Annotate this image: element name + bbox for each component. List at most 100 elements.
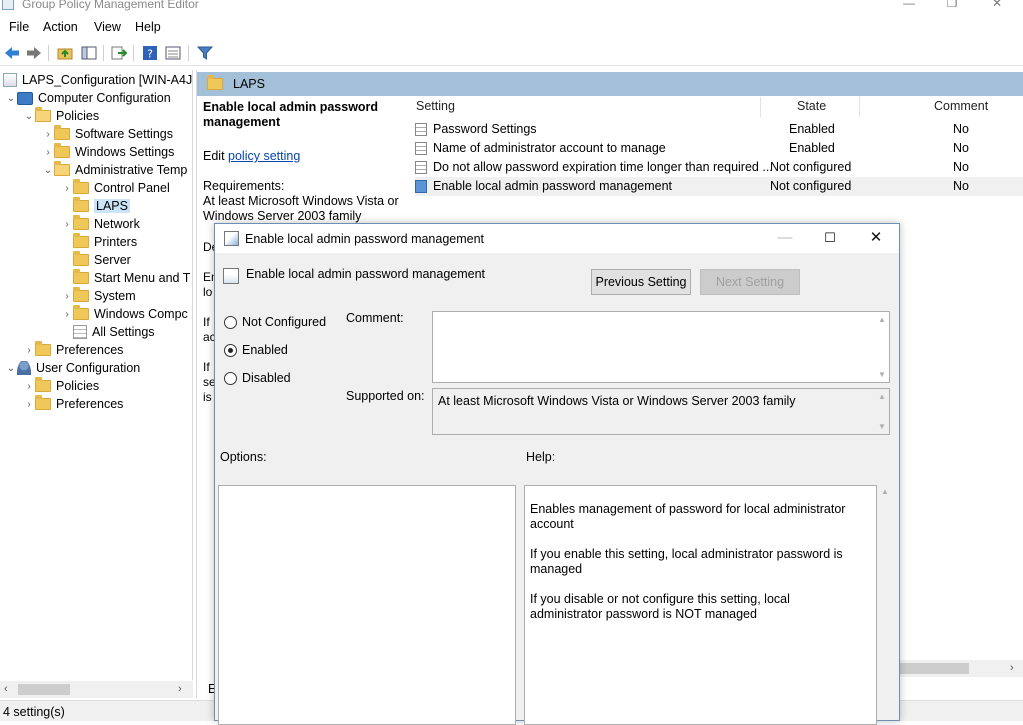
policy-setting-icon <box>223 268 239 284</box>
menu-action[interactable]: Action <box>43 20 78 34</box>
help-panel: Enables management of password for local… <box>524 485 877 725</box>
chevron-right-icon[interactable]: › <box>61 183 73 194</box>
chevron-right-icon[interactable]: › <box>61 219 73 230</box>
tree-computer-configuration[interactable]: ⌄ Computer Configuration <box>5 89 171 107</box>
chevron-down-icon[interactable]: ⌄ <box>5 363 17 374</box>
list-horizontal-scrollbar[interactable]: › <box>897 660 1023 677</box>
tree-start-menu[interactable]: Start Menu and T <box>61 269 190 287</box>
scroll-up-icon[interactable]: ▲ <box>877 315 887 324</box>
tree-preferences[interactable]: › Preferences <box>23 341 123 359</box>
table-row[interactable]: Password Settings Enabled No <box>415 120 1023 139</box>
scroll-down-icon[interactable]: ▼ <box>877 370 887 379</box>
radio-circle[interactable] <box>224 371 237 385</box>
scroll-up-icon[interactable]: ▲ <box>877 392 887 401</box>
table-row[interactable]: Enable local admin password management N… <box>415 177 1023 196</box>
scroll-thumb[interactable] <box>18 684 70 695</box>
menu-bar: File Action View Help <box>0 17 1023 37</box>
dialog-subtitle: Enable local admin password management <box>246 267 486 281</box>
column-header-comment[interactable]: Comment <box>934 99 988 113</box>
description-partial: If <box>203 360 210 374</box>
chevron-down-icon[interactable]: ⌄ <box>42 165 54 176</box>
chevron-down-icon[interactable]: ⌄ <box>23 111 35 122</box>
tree-root[interactable]: LAPS_Configuration [WIN-A4JR <box>3 71 192 89</box>
requirements-text: At least Microsoft Windows Vista or Wind… <box>203 194 399 223</box>
policy-setting-link[interactable]: policy setting <box>228 149 300 163</box>
folder-icon <box>73 179 89 194</box>
description-partial: If <box>203 315 210 329</box>
pane-header-title: LAPS <box>233 77 265 91</box>
computer-icon <box>17 91 33 105</box>
settings-folder-icon <box>415 142 427 155</box>
tree-user-configuration[interactable]: ⌄ User Configuration <box>5 359 140 377</box>
tree-control-panel[interactable]: › Control Panel <box>61 179 170 197</box>
tree-policies[interactable]: ⌄ Policies <box>23 107 99 125</box>
tree-network[interactable]: › Network <box>61 215 140 233</box>
tree-software-settings[interactable]: › Software Settings <box>42 125 173 143</box>
tree-windows-settings[interactable]: › Windows Settings <box>42 143 174 161</box>
radio-enabled[interactable]: Enabled <box>224 343 288 357</box>
table-row[interactable]: Name of administrator account to manage … <box>415 139 1023 158</box>
export-list-icon[interactable] <box>110 44 128 62</box>
chevron-right-icon[interactable]: › <box>42 147 54 158</box>
scroll-left-icon[interactable]: ‹ <box>4 683 8 695</box>
tree-printers[interactable]: Printers <box>61 233 137 251</box>
chevron-right-icon[interactable]: › <box>23 381 35 392</box>
close-icon[interactable]: ✕ <box>990 0 1004 10</box>
svg-text:?: ? <box>147 48 153 61</box>
tree-laps[interactable]: LAPS <box>61 197 130 215</box>
radio-circle-selected[interactable] <box>224 343 237 357</box>
tree-server[interactable]: Server <box>61 251 131 269</box>
scroll-up-icon[interactable]: ▲ <box>881 487 889 496</box>
tree-user-preferences[interactable]: › Preferences <box>23 395 123 413</box>
radio-disabled[interactable]: Disabled <box>224 371 291 385</box>
tree-system[interactable]: › System <box>61 287 136 305</box>
settings-folder-icon <box>415 161 427 174</box>
supported-on-value: At least Microsoft Windows Vista or Wind… <box>438 394 796 408</box>
maximize-icon[interactable]: ❐ <box>945 0 959 10</box>
help-icon[interactable]: ? <box>141 44 159 62</box>
scroll-down-icon[interactable]: ▼ <box>877 422 887 431</box>
chevron-right-icon[interactable]: › <box>23 345 35 356</box>
all-settings-icon <box>73 325 87 339</box>
scroll-right-icon[interactable]: › <box>178 683 182 695</box>
comment-label: Comment: <box>346 311 404 325</box>
minimize-icon[interactable]: — <box>902 0 916 10</box>
menu-file[interactable]: File <box>9 20 29 34</box>
tree-user-policies[interactable]: › Policies <box>23 377 99 395</box>
forward-icon[interactable] <box>25 44 43 62</box>
chevron-right-icon[interactable]: › <box>42 129 54 140</box>
folder-icon <box>73 287 89 302</box>
chevron-down-icon[interactable]: ⌄ <box>5 93 17 104</box>
status-text: 4 setting(s) <box>3 705 65 719</box>
up-folder-icon[interactable] <box>56 44 74 62</box>
tree-windows-components[interactable]: › Windows Compc <box>61 305 188 323</box>
radio-not-configured[interactable]: Not Configured <box>224 315 326 329</box>
chevron-right-icon[interactable]: › <box>61 291 73 302</box>
minimize-icon: — <box>777 229 793 246</box>
menu-view[interactable]: View <box>94 20 121 34</box>
tree-horizontal-scrollbar[interactable]: ‹ › <box>0 681 193 698</box>
scroll-thumb[interactable] <box>897 663 969 674</box>
extended-description: Enable local admin password management E… <box>203 100 403 224</box>
previous-setting-button[interactable]: Previous Setting <box>591 269 691 295</box>
tree-administrative-templates[interactable]: ⌄ Administrative Temp <box>42 161 187 179</box>
folder-icon <box>35 395 51 410</box>
scroll-right-icon[interactable]: › <box>1010 662 1014 674</box>
chevron-right-icon[interactable]: › <box>61 309 73 320</box>
folder-icon <box>54 143 70 158</box>
filter-icon[interactable] <box>196 44 214 62</box>
description-partial: lo <box>203 285 213 299</box>
close-icon[interactable]: ✕ <box>868 230 884 246</box>
properties-icon[interactable] <box>164 44 182 62</box>
column-header-state[interactable]: State <box>797 99 826 113</box>
comment-textarea[interactable]: ▲ ▼ <box>432 311 890 383</box>
back-icon[interactable] <box>3 44 21 62</box>
chevron-right-icon[interactable]: › <box>23 399 35 410</box>
show-hide-tree-icon[interactable] <box>80 44 98 62</box>
column-header-setting[interactable]: Setting <box>416 99 455 113</box>
tree-all-settings[interactable]: All Settings <box>61 323 155 341</box>
radio-circle[interactable] <box>224 315 237 329</box>
maximize-icon[interactable]: ☐ <box>822 230 838 246</box>
menu-help[interactable]: Help <box>135 20 161 34</box>
table-row[interactable]: Do not allow password expiration time lo… <box>415 158 1023 177</box>
